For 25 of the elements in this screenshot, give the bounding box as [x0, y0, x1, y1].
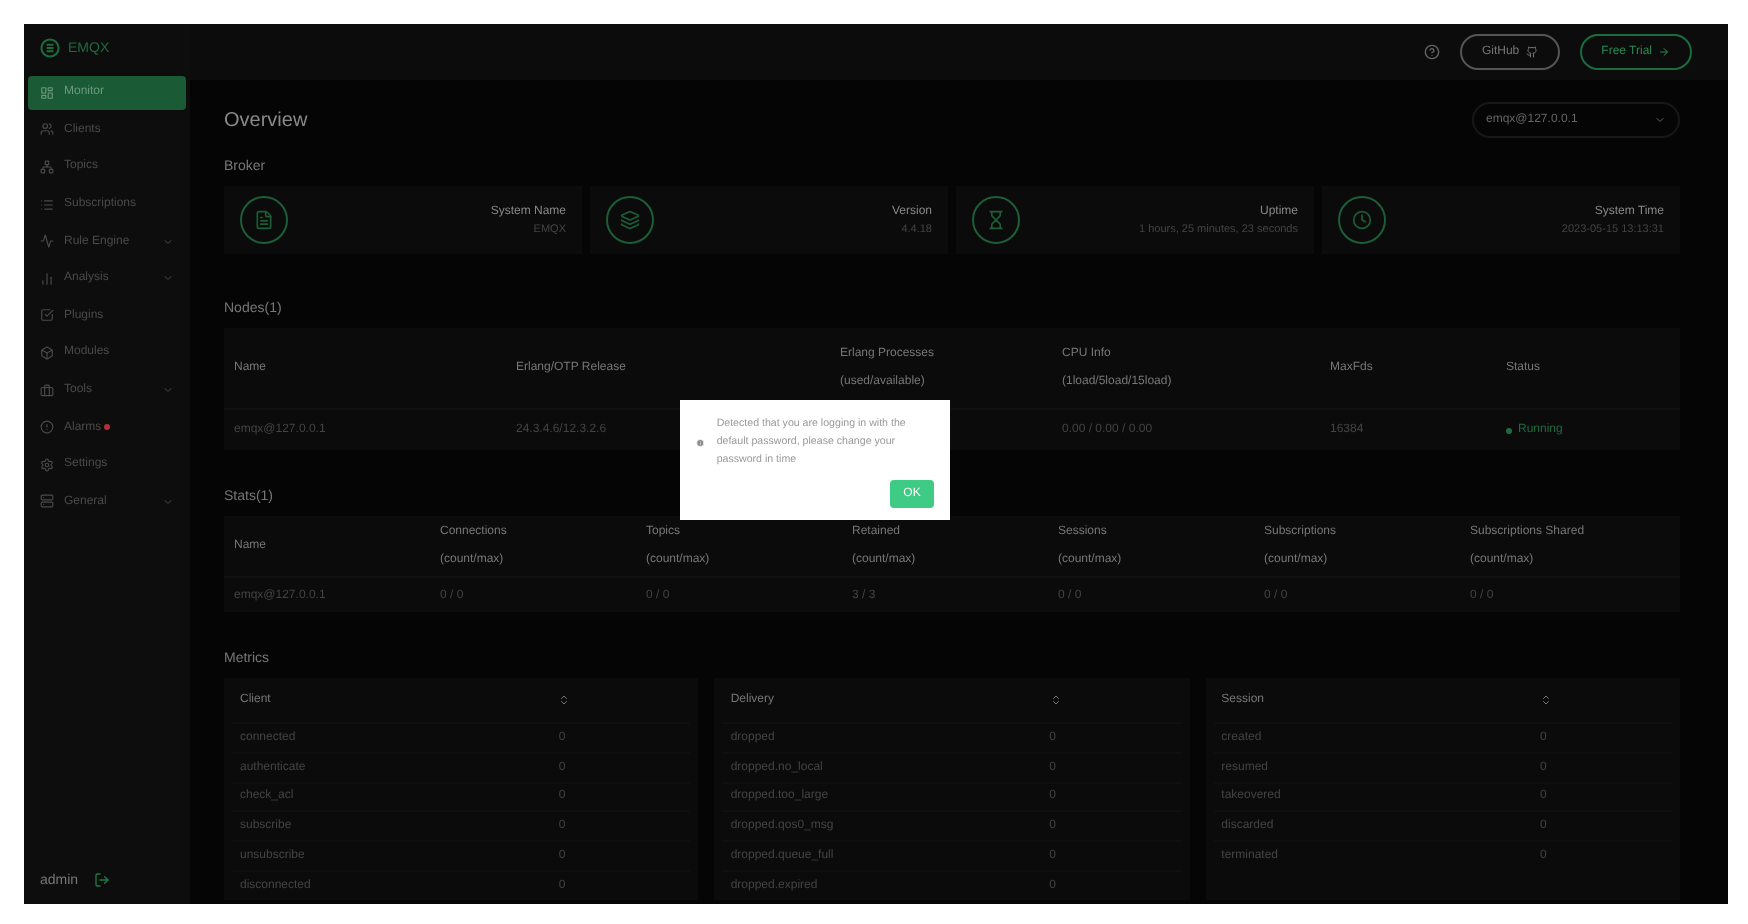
- logo-icon: [40, 38, 60, 58]
- menu-item-icon: [40, 383, 54, 398]
- logout-icon[interactable]: [94, 872, 111, 888]
- help-icon[interactable]: [1423, 44, 1440, 60]
- menu-item-icon: [40, 197, 54, 212]
- menu-item-icon: [40, 122, 54, 137]
- menu-item-icon: [40, 308, 54, 323]
- status-dot: [1506, 427, 1512, 433]
- page-title: Overview: [224, 109, 308, 131]
- info-icon: [696, 434, 705, 452]
- menu-item-icon: [40, 494, 54, 509]
- card-icon: [1338, 196, 1386, 244]
- card-icon: [240, 196, 288, 244]
- arrow-right-icon: [1658, 46, 1670, 58]
- menu-item-icon: [40, 345, 54, 360]
- chevron-down-icon: [1654, 114, 1666, 126]
- card-icon: [972, 196, 1020, 244]
- menu-item-icon: [40, 271, 54, 286]
- menu-item-icon: [40, 159, 54, 174]
- github-icon: [1525, 46, 1538, 58]
- menu-item-icon: [40, 234, 54, 249]
- menu-item-icon: [40, 420, 54, 435]
- menu-item-icon: [40, 85, 54, 100]
- menu-item-icon: [40, 457, 54, 472]
- card-icon: [606, 196, 654, 244]
